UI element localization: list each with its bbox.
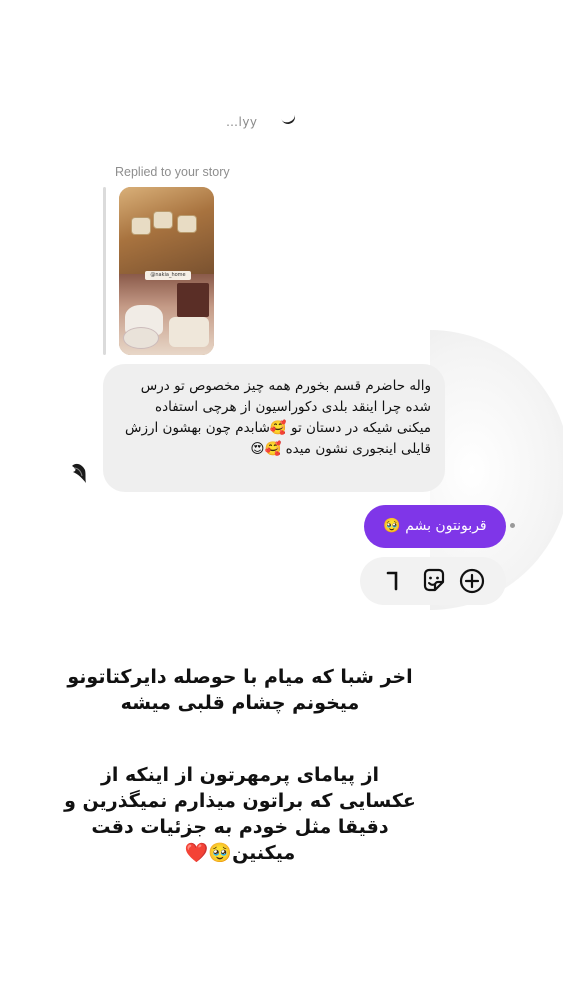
story-tag: @nakia_home [145,271,191,280]
message-status-dot [510,523,515,528]
story-pillow [131,217,151,235]
sticker-icon[interactable] [418,565,450,597]
previous-message-fragment: …lyy [226,115,258,129]
reply-indicator-bar [103,187,106,355]
add-icon[interactable] [456,565,488,597]
story-pillow [153,211,173,229]
story-pillow [177,215,197,233]
story-ottoman [123,327,159,349]
sender-avatar-icon[interactable] [70,460,88,484]
partial-icon[interactable] [376,565,408,597]
caption-paragraph-1: اخر شبا که میام با حوصله دایرکتاتونو میخ… [67,666,413,714]
previous-message-glyph [279,108,297,126]
message-toolbar [360,557,506,605]
story-cabinet [177,283,209,317]
sent-message-bubble[interactable]: قربونتون بشم 🥹 [364,505,506,548]
story-chair [169,317,209,347]
received-message-bubble[interactable]: واله حاضرم قسم بخورم همه چیز مخصوص تو در… [103,364,445,492]
caption-paragraph-2: از پیامای پرمهرتون از اینکه از عکسایی که… [64,764,416,864]
story-thumbnail[interactable]: @nakia_home [119,187,214,355]
replied-to-story-label: Replied to your story [115,165,230,179]
